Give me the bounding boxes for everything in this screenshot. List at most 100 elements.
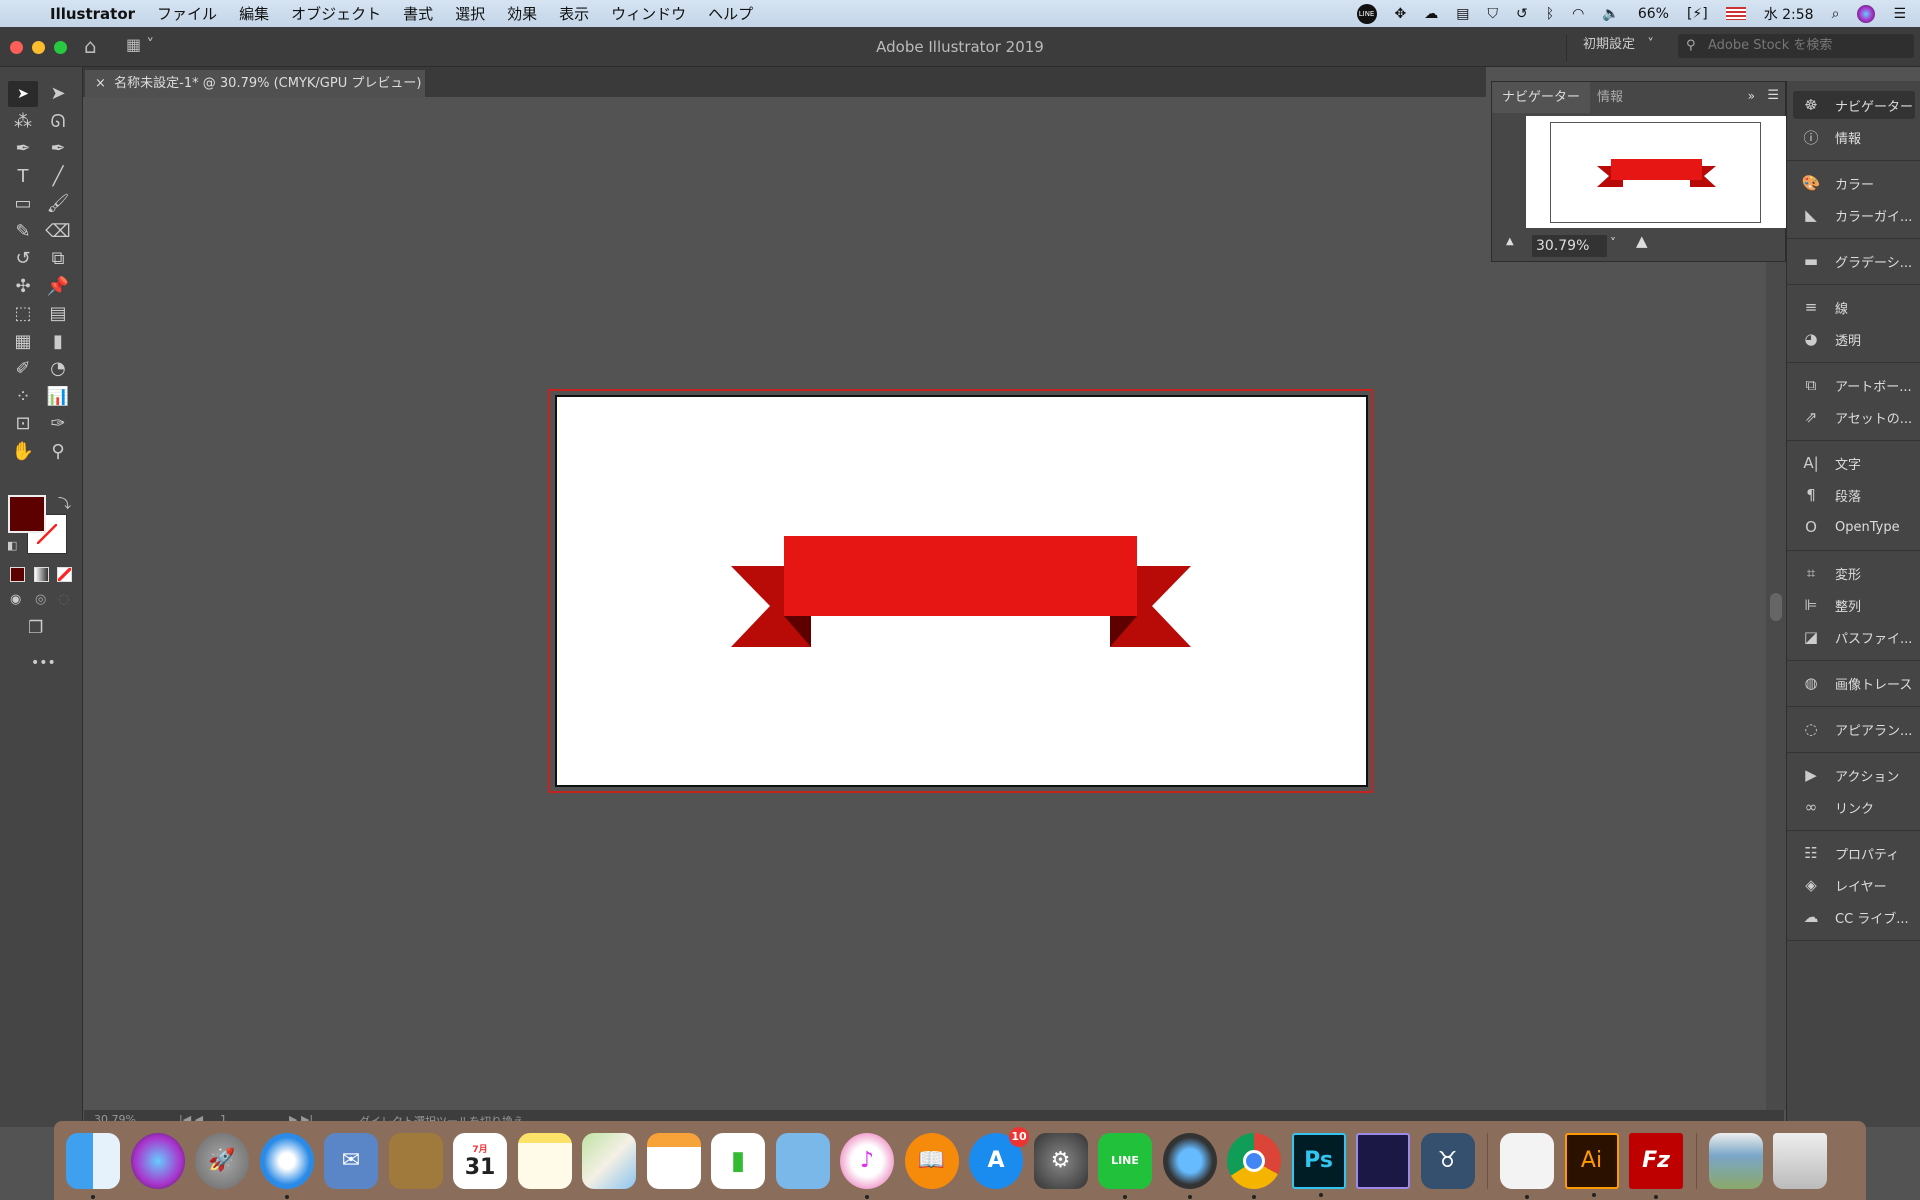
- panel-info[interactable]: ⓘ 情報: [1793, 123, 1915, 151]
- notes-icon[interactable]: [517, 1132, 572, 1189]
- flag-us-icon[interactable]: [1725, 7, 1746, 20]
- fill-swatch[interactable]: [8, 495, 46, 533]
- lasso-tool[interactable]: ᘏ: [43, 109, 73, 135]
- illustrator-icon[interactable]: Ai: [1564, 1132, 1619, 1197]
- menu-app[interactable]: Illustrator: [50, 5, 135, 23]
- panel-asset-export[interactable]: ⇗ アセットの...: [1793, 403, 1915, 431]
- zoom-dropdown-icon[interactable]: ˅: [1610, 236, 1616, 250]
- menu-file[interactable]: ファイル: [157, 3, 217, 24]
- ibooks-icon[interactable]: 📖: [904, 1132, 959, 1189]
- none-mode-button[interactable]: [57, 567, 72, 582]
- media-encoder-icon[interactable]: [1356, 1132, 1410, 1189]
- photoshop-icon[interactable]: Ps: [1291, 1132, 1346, 1197]
- draw-inside-icon[interactable]: ◌: [58, 592, 69, 607]
- panel-color-guide[interactable]: ◣ カラーガイ...: [1793, 201, 1915, 229]
- shield-icon[interactable]: ⛉: [1488, 6, 1499, 22]
- gradient-tool[interactable]: ▮: [43, 329, 73, 355]
- eyedropper-tool[interactable]: ✐: [8, 356, 38, 382]
- quicktime-icon[interactable]: [1162, 1132, 1217, 1199]
- panel-stroke[interactable]: ≡ 線: [1793, 293, 1915, 321]
- panel-actions[interactable]: ▶ アクション: [1793, 761, 1915, 789]
- launchpad-icon[interactable]: 🚀: [195, 1132, 249, 1189]
- tab-navigator[interactable]: ナビゲーター: [1492, 82, 1591, 113]
- line-segment-tool[interactable]: ╱: [43, 164, 73, 190]
- artboard-tool[interactable]: ⊡: [8, 411, 38, 437]
- eraser-tool[interactable]: ⌫: [43, 219, 73, 245]
- column-graph-tool[interactable]: 📊: [43, 384, 73, 410]
- dropbox-icon[interactable]: ✥: [1395, 6, 1407, 22]
- puppet-warp-tool[interactable]: ✣: [8, 274, 38, 300]
- volume-icon[interactable]: 🔈: [1602, 6, 1619, 22]
- rotate-tool[interactable]: ↺: [8, 246, 38, 272]
- navigator-preview[interactable]: [1526, 116, 1787, 228]
- itunes-icon[interactable]: ♪: [840, 1132, 894, 1199]
- siri-icon[interactable]: [130, 1132, 185, 1189]
- default-fill-stroke-icon[interactable]: ◧: [7, 539, 17, 552]
- siri-icon[interactable]: [1857, 4, 1876, 23]
- perspective-grid-tool[interactable]: ▤: [43, 301, 73, 327]
- creative-cloud-icon[interactable]: ☁: [1424, 6, 1438, 22]
- draw-behind-icon[interactable]: ◎: [35, 592, 46, 607]
- shaper-tool[interactable]: ✎: [8, 219, 38, 245]
- scale-tool[interactable]: ⧉: [43, 246, 73, 272]
- spotlight-icon[interactable]: ⌕: [1832, 6, 1840, 22]
- workspace-switcher[interactable]: 初期設定 ˅: [1566, 35, 1654, 61]
- collapse-panel-icon[interactable]: »: [1748, 89, 1755, 103]
- panel-layers[interactable]: ◈ レイヤー: [1793, 871, 1915, 899]
- panel-character[interactable]: A| 文字: [1793, 449, 1915, 477]
- zoom-out-icon[interactable]: ▲: [1506, 236, 1514, 247]
- hand-tool[interactable]: ✋: [8, 439, 38, 465]
- battery-percent[interactable]: 66%: [1638, 6, 1669, 22]
- swap-fill-stroke-icon[interactable]: ⤵: [58, 493, 71, 512]
- menu-object[interactable]: オブジェクト: [291, 3, 381, 24]
- screen-mode-icon[interactable]: ❐: [28, 618, 43, 638]
- notification-center-icon[interactable]: ☰: [1893, 6, 1906, 22]
- maps-icon[interactable]: [582, 1132, 636, 1189]
- filezilla-icon[interactable]: Fz: [1629, 1132, 1683, 1199]
- safari-icon[interactable]: [259, 1132, 314, 1199]
- panel-links[interactable]: ∞ リンク: [1793, 793, 1915, 821]
- panel-color[interactable]: 🎨 カラー: [1793, 169, 1915, 197]
- pen-tool[interactable]: ✒: [8, 136, 38, 162]
- panel-align[interactable]: ⊫ 整列: [1793, 591, 1915, 619]
- chrome-icon[interactable]: [1227, 1132, 1281, 1199]
- direct-selection-tool[interactable]: ➤: [43, 81, 73, 107]
- calendar-icon[interactable]: 7月 31: [453, 1132, 507, 1189]
- numbers-icon[interactable]: ▮: [711, 1132, 765, 1189]
- panel-paragraph[interactable]: ¶ 段落: [1793, 481, 1915, 509]
- free-transform-tool[interactable]: ⬚: [8, 301, 38, 327]
- more-tools-icon[interactable]: •••: [31, 655, 56, 671]
- panel-appearance[interactable]: ◌ アピアラン...: [1793, 715, 1915, 743]
- contacts-icon[interactable]: [388, 1132, 443, 1189]
- textedit-icon[interactable]: [1500, 1132, 1554, 1199]
- rectangle-tool[interactable]: ▭: [8, 191, 38, 217]
- clock[interactable]: 水 2:58: [1764, 4, 1814, 24]
- pin-tool[interactable]: 📌: [43, 274, 73, 300]
- keynote-icon[interactable]: [775, 1132, 830, 1189]
- menu-help[interactable]: ヘルプ: [708, 3, 753, 24]
- system-preferences-icon[interactable]: ⚙: [1033, 1132, 1088, 1189]
- panel-properties[interactable]: ☷ プロパティ: [1793, 839, 1915, 867]
- panel-pathfinder[interactable]: ◪ パスファイ...: [1793, 623, 1915, 651]
- time-machine-icon[interactable]: ↺: [1516, 6, 1528, 22]
- slice-tool[interactable]: ✑: [43, 411, 73, 437]
- menu-edit[interactable]: 編集: [239, 3, 269, 24]
- type-tool[interactable]: T: [8, 164, 38, 190]
- zoom-level-field[interactable]: 30.79%: [1532, 235, 1607, 257]
- menu-view[interactable]: 表示: [559, 3, 589, 24]
- trash-icon[interactable]: [1773, 1132, 1827, 1189]
- panel-cc-libraries[interactable]: ☁ CC ライブ...: [1793, 903, 1915, 931]
- menu-effect[interactable]: 効果: [507, 3, 537, 24]
- symbol-sprayer-tool[interactable]: ⁘: [8, 384, 38, 410]
- gradient-mode-button[interactable]: [34, 567, 49, 582]
- panel-opentype[interactable]: O OpenType: [1793, 513, 1915, 541]
- menu-window[interactable]: ウィンドウ: [611, 3, 686, 24]
- tab-info[interactable]: 情報: [1587, 82, 1633, 113]
- blend-tool[interactable]: ◔: [43, 356, 73, 382]
- menu-extra-icon[interactable]: ▤: [1456, 6, 1469, 22]
- zoom-in-icon[interactable]: ▲: [1636, 232, 1648, 250]
- menu-type[interactable]: 書式: [403, 3, 433, 24]
- color-mode-button[interactable]: [10, 567, 25, 582]
- document-tab[interactable]: × 名称未設定-1* @ 30.79% (CMYK/GPU プレビュー): [85, 70, 425, 97]
- line-icon[interactable]: LINE: [1098, 1132, 1152, 1199]
